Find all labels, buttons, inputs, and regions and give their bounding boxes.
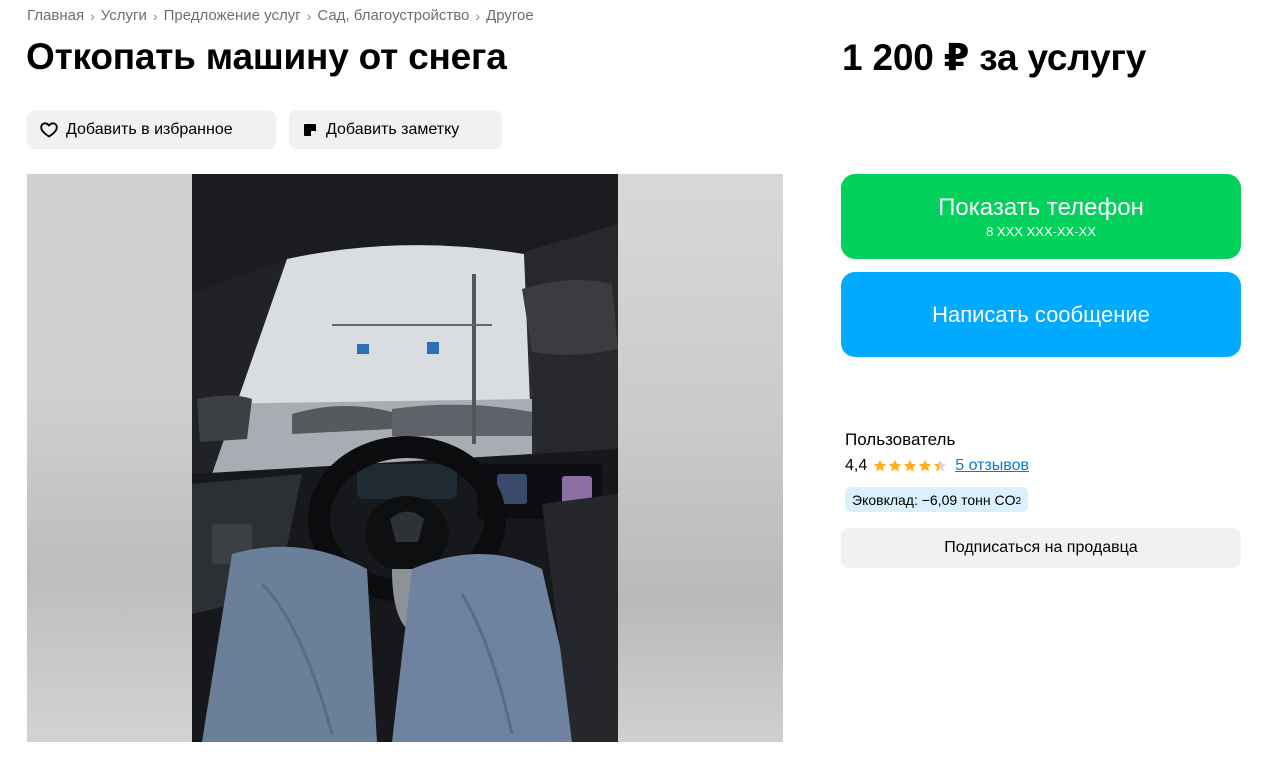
eco-contribution-badge[interactable]: Эковклад: −6,09 тонн CO 2 xyxy=(845,487,1029,512)
breadcrumb-item-service-offers[interactable]: Предложение услуг xyxy=(164,7,301,24)
page-title: Откопать машину от снега xyxy=(26,36,507,77)
show-phone-label: Показать телефон xyxy=(938,194,1144,221)
gallery-blur-right xyxy=(617,174,783,742)
photo-gallery[interactable] xyxy=(27,174,783,742)
breadcrumb-item-garden[interactable]: Сад, благоустройство xyxy=(317,7,469,24)
gallery-blur-left xyxy=(27,174,193,742)
star-icon xyxy=(919,459,932,472)
breadcrumb-separator: › xyxy=(152,7,158,24)
show-phone-button[interactable]: Показать телефон 8 XXX XXX-XX-XX xyxy=(841,174,1241,259)
breadcrumb-separator: › xyxy=(306,7,312,24)
listing-photo[interactable] xyxy=(192,174,618,742)
rating-stars xyxy=(873,459,947,473)
seller-rating: 4,4 5 отзывов xyxy=(845,457,1029,475)
price: 1 200 ₽ за услугу xyxy=(842,37,1147,78)
masked-phone: 8 XXX XXX-XX-XX xyxy=(986,224,1096,239)
breadcrumb-item-services[interactable]: Услуги xyxy=(101,7,147,24)
add-note-button[interactable]: Добавить заметку xyxy=(289,110,502,149)
note-icon xyxy=(302,122,318,138)
rating-value: 4,4 xyxy=(845,457,868,474)
subscribe-seller-label: Подписаться на продавца xyxy=(944,539,1138,556)
eco-contribution-text: Эковклад: −6,09 тонн CO xyxy=(852,491,1016,508)
send-message-label: Написать сообщение xyxy=(932,301,1150,327)
add-to-favorites-label: Добавить в избранное xyxy=(66,120,233,138)
breadcrumb-item-other[interactable]: Другое xyxy=(486,7,534,24)
eco-subscript: 2 xyxy=(1015,496,1022,507)
seller-name[interactable]: Пользователь xyxy=(845,430,955,450)
star-icon xyxy=(874,459,887,472)
add-note-label: Добавить заметку xyxy=(326,120,460,138)
star-icon xyxy=(934,459,947,472)
star-icon xyxy=(904,459,917,472)
breadcrumb-separator: › xyxy=(90,7,95,24)
breadcrumb: Главная › Услуги › Предложение услуг › С… xyxy=(27,7,534,24)
breadcrumb-separator: › xyxy=(475,7,481,24)
add-to-favorites-button[interactable]: Добавить в избранное xyxy=(27,110,276,149)
subscribe-seller-button[interactable]: Подписаться на продавца xyxy=(841,528,1241,568)
heart-icon xyxy=(40,121,58,138)
reviews-link[interactable]: 5 отзывов xyxy=(955,457,1029,475)
breadcrumb-item-home[interactable]: Главная xyxy=(27,7,84,24)
send-message-button[interactable]: Написать сообщение xyxy=(841,272,1241,357)
star-icon xyxy=(889,459,902,472)
